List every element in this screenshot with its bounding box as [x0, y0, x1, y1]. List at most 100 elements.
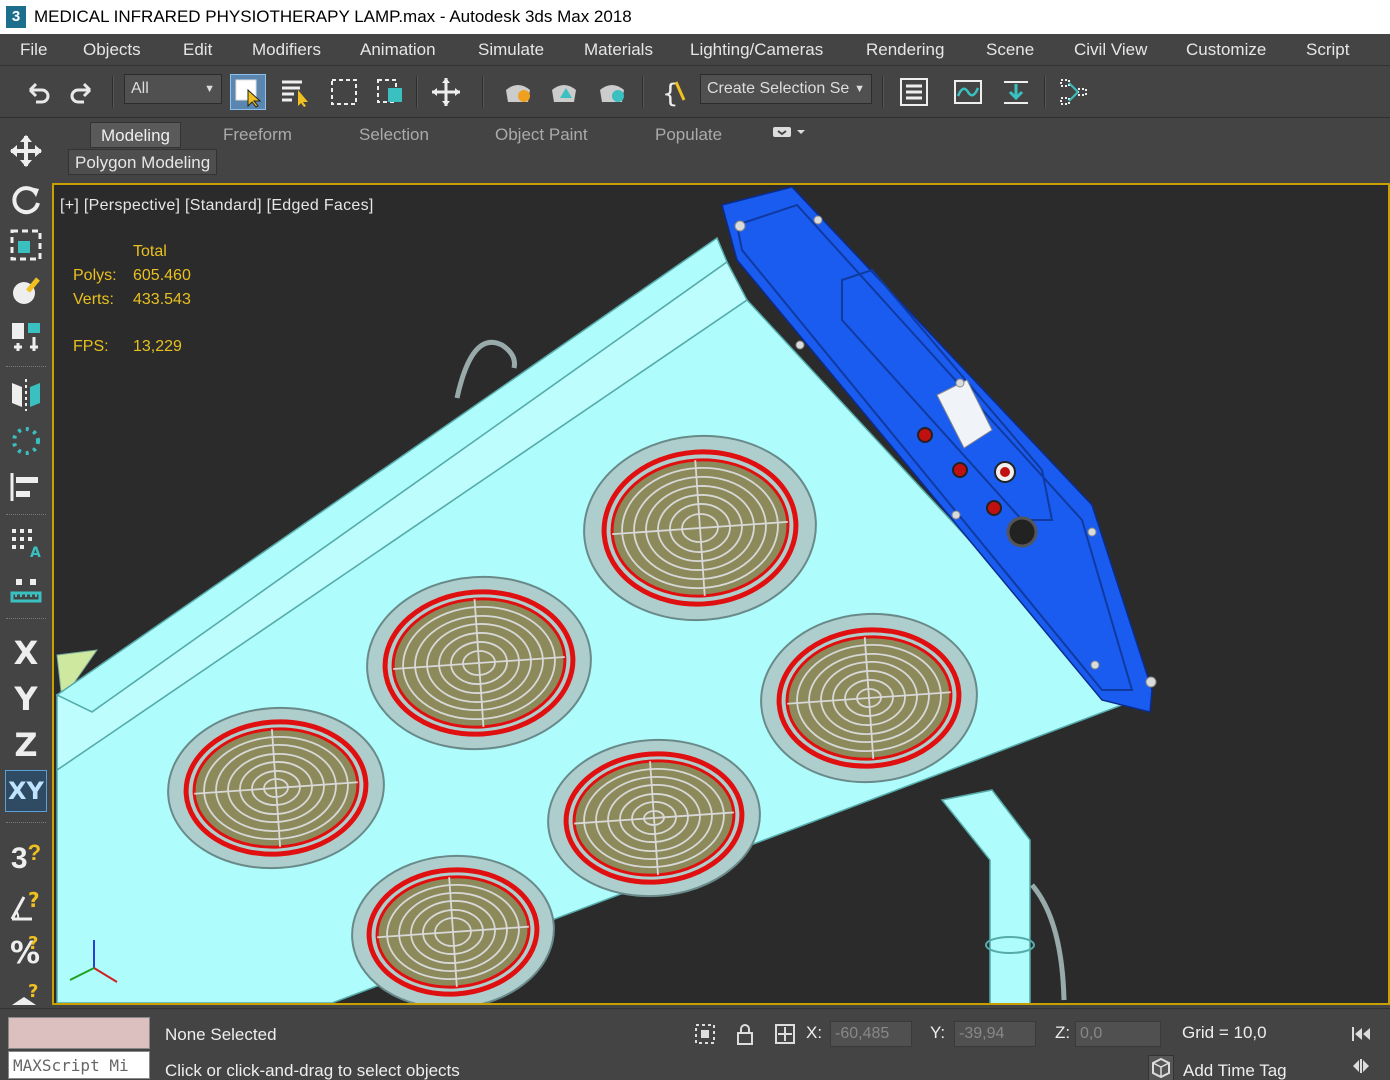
maxscript-listener-swatch[interactable] — [8, 1017, 150, 1049]
fps-label: FPS: — [73, 338, 109, 355]
isolate-selection-icon[interactable] — [692, 1021, 718, 1047]
dope-sheet-icon[interactable] — [998, 74, 1034, 110]
tab-selection[interactable]: Selection — [359, 122, 429, 148]
svg-text:A: A — [30, 545, 41, 561]
status-bar: MAXScript Mi None Selected Click or clic… — [0, 1008, 1390, 1080]
title-bar: 3 MEDICAL INFRARED PHYSIOTHERAPY LAMP.ma… — [0, 0, 1390, 34]
selection-filter-value: All — [131, 80, 149, 97]
constraint-y-button[interactable]: Y — [5, 678, 47, 720]
grid-size: Grid = 10,0 — [1182, 1023, 1267, 1042]
viewport-label[interactable]: [+] [Perspective] [Standard] [Edged Face… — [60, 197, 374, 215]
selection-status: None Selected — [165, 1025, 277, 1044]
array-icon[interactable]: A — [5, 522, 47, 564]
z-coord-label: Z: — [1055, 1023, 1071, 1042]
select-object-icon[interactable] — [230, 74, 266, 110]
svg-text:?: ? — [28, 981, 38, 1002]
absolute-mode-icon[interactable] — [772, 1021, 798, 1047]
named-selection-icon[interactable]: { — [656, 74, 692, 110]
selection-set-value: Create Selection Se — [707, 80, 850, 97]
prompt-line: Click or click-and-drag to select object… — [165, 1061, 460, 1080]
menu-file[interactable]: File — [20, 40, 47, 60]
menu-customize[interactable]: Customize — [1186, 40, 1266, 60]
render-setup-icon[interactable] — [500, 74, 536, 110]
menu-script[interactable]: Script — [1306, 40, 1349, 60]
select-and-place-icon[interactable] — [5, 270, 47, 312]
lamp-stand-arm — [940, 789, 1031, 1003]
menu-materials[interactable]: Materials — [584, 40, 653, 60]
percent-snap-icon[interactable]: %? — [5, 930, 47, 972]
polys-label: Polys: — [73, 267, 117, 284]
left-command-strip: A X Y Z XY 3 ? ? %? ? — [0, 118, 52, 1010]
perspective-viewport[interactable]: [+] [Perspective] [Standard] [Edged Face… — [52, 183, 1390, 1005]
angle-snap-icon[interactable]: ? — [5, 884, 47, 926]
snap-3d-icon[interactable]: 3 ? — [5, 838, 47, 880]
y-coord-label: Y: — [930, 1023, 946, 1042]
mirror-icon[interactable] — [5, 374, 47, 416]
tab-freeform[interactable]: Freeform — [223, 122, 292, 148]
fps-value: 13,229 — [133, 338, 182, 355]
menu-edit[interactable]: Edit — [183, 40, 212, 60]
add-time-tag[interactable]: Add Time Tag — [1183, 1061, 1287, 1080]
ribbon: Modeling Freeform Selection Object Paint… — [56, 118, 1390, 176]
create-selection-set-dropdown[interactable]: Create Selection Se ▼ — [700, 74, 872, 104]
rectangular-selection-icon[interactable] — [326, 74, 362, 110]
y-coord-field[interactable]: -39,94 — [954, 1021, 1036, 1047]
polygon-modeling-panel[interactable]: Polygon Modeling — [68, 149, 218, 175]
menu-objects[interactable]: Objects — [83, 40, 141, 60]
main-toolbar: All ▼ { Create Selection Se ▼ — [0, 66, 1390, 118]
snap-3-label: 3 — [10, 842, 28, 875]
window-crossing-icon[interactable] — [372, 74, 408, 110]
polys-value: 605.460 — [133, 267, 191, 284]
align-icon[interactable] — [5, 466, 47, 508]
menu-animation[interactable]: Animation — [360, 40, 436, 60]
app-icon: 3 — [6, 6, 26, 28]
verts-value: 433.543 — [133, 291, 191, 308]
redo-icon[interactable] — [64, 74, 100, 110]
select-and-move-icon[interactable] — [5, 130, 47, 172]
select-and-scale-icon[interactable] — [5, 224, 47, 266]
ribbon-options-icon[interactable] — [772, 122, 806, 148]
measure-icon[interactable] — [5, 568, 47, 610]
constraint-x-button[interactable]: X — [5, 632, 47, 674]
tab-populate[interactable]: Populate — [655, 122, 722, 148]
undo-icon[interactable] — [20, 74, 56, 110]
move-icon[interactable] — [428, 74, 464, 110]
menu-scene[interactable]: Scene — [986, 40, 1034, 60]
snaps-toggle-icon[interactable] — [5, 316, 47, 358]
maxscript-mini-listener[interactable]: MAXScript Mi — [8, 1051, 150, 1079]
constraint-xy-button[interactable]: XY — [5, 770, 47, 812]
time-tag-icon[interactable] — [1148, 1055, 1174, 1080]
lock-icon[interactable] — [732, 1021, 758, 1047]
render-production-icon[interactable] — [594, 74, 630, 110]
scene-render — [55, 186, 1157, 1003]
svg-text:?: ? — [28, 888, 40, 912]
tab-object-paint[interactable]: Object Paint — [495, 122, 588, 148]
render-frame-icon[interactable] — [546, 74, 582, 110]
menu-modifiers[interactable]: Modifiers — [252, 40, 321, 60]
window-title: MEDICAL INFRARED PHYSIOTHERAPY LAMP.max … — [34, 7, 632, 26]
constraint-z-button[interactable]: Z — [5, 724, 47, 766]
spacing-tool-icon[interactable] — [5, 420, 47, 462]
select-and-rotate-icon[interactable] — [5, 178, 47, 220]
go-to-start-icon[interactable] — [1348, 1021, 1374, 1047]
select-by-name-icon[interactable] — [276, 74, 312, 110]
menu-lighting-cameras[interactable]: Lighting/Cameras — [690, 40, 823, 60]
key-mode-icon[interactable] — [1348, 1053, 1374, 1079]
z-coord-field[interactable]: 0,0 — [1075, 1021, 1161, 1047]
layer-explorer-icon[interactable] — [896, 74, 932, 110]
curve-editor-icon[interactable] — [950, 74, 986, 110]
menu-rendering[interactable]: Rendering — [866, 40, 944, 60]
menu-simulate[interactable]: Simulate — [478, 40, 544, 60]
chevron-down-icon: ▼ — [854, 83, 865, 95]
stats-header: Total — [133, 243, 167, 260]
menu-bar: File Objects Edit Modifiers Animation Si… — [0, 34, 1390, 66]
tab-modeling[interactable]: Modeling — [90, 122, 181, 148]
verts-label: Verts: — [73, 291, 114, 308]
menu-civil-view[interactable]: Civil View — [1074, 40, 1147, 60]
x-coord-label: X: — [806, 1023, 823, 1042]
selection-filter-dropdown[interactable]: All ▼ — [124, 74, 222, 104]
schematic-view-icon[interactable] — [1056, 74, 1092, 110]
chevron-down-icon: ▼ — [204, 83, 215, 95]
svg-text:?: ? — [28, 933, 38, 954]
x-coord-field[interactable]: -60,485 — [830, 1021, 912, 1047]
